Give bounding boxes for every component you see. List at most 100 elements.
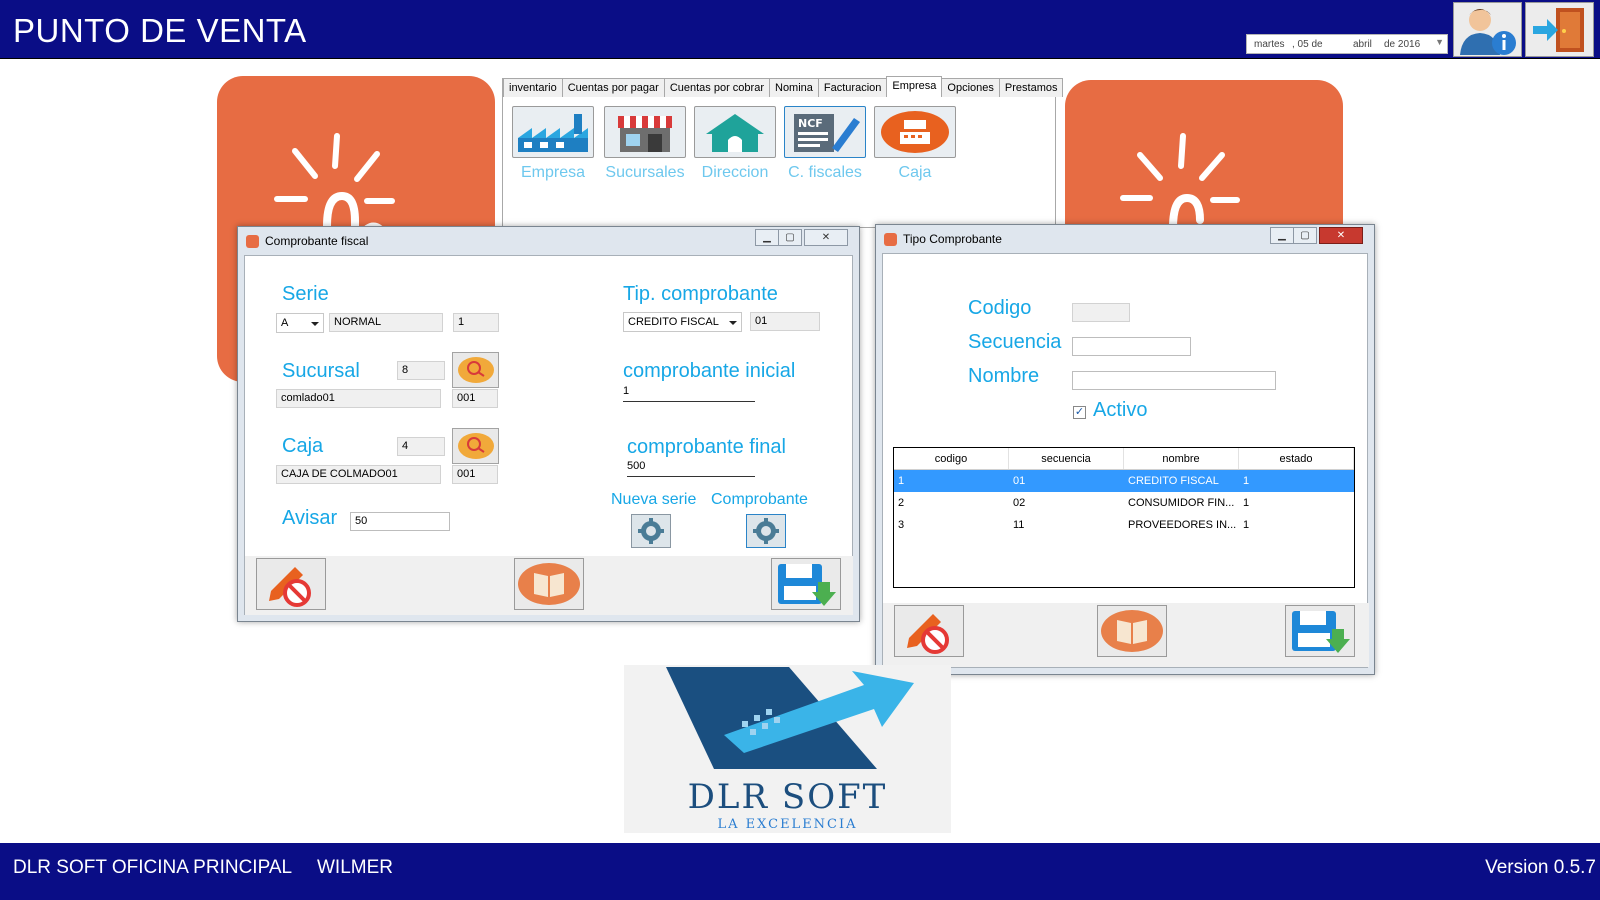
chevron-down-icon[interactable]: ▼: [1435, 37, 1444, 47]
serie-label: Serie: [282, 283, 329, 305]
tab-cuentas-por-pagar[interactable]: Cuentas por pagar: [561, 78, 665, 97]
comprobante-label: Comprobante: [711, 491, 808, 508]
comprobante-inicial-label: comprobante inicial: [623, 360, 796, 382]
table-row[interactable]: 1 01 CREDITO FISCAL 1: [894, 470, 1354, 492]
ribbon-label-empresa: Empresa: [520, 164, 586, 181]
tip-comprobante-code-field[interactable]: 01: [750, 312, 820, 331]
open-book-button[interactable]: [1097, 605, 1167, 657]
sucursal-id-field[interactable]: 8: [397, 361, 445, 380]
sucursal-name-field[interactable]: comlado01: [276, 389, 441, 408]
svg-text:NCF: NCF: [798, 117, 823, 130]
table-row[interactable]: 3 11 PROVEEDORES IN... 1: [894, 514, 1354, 536]
date-picker[interactable]: martes , 05 de abril de 2016 ▼: [1246, 34, 1448, 54]
table-row[interactable]: 2 02 CONSUMIDOR FIN... 1: [894, 492, 1354, 514]
minimize-button[interactable]: ▁: [1270, 227, 1294, 244]
search-icon: [457, 433, 494, 459]
nombre-field[interactable]: [1072, 371, 1276, 390]
comprobante-final-field[interactable]: 500: [627, 460, 755, 477]
current-user: WILMER: [317, 857, 393, 878]
app-version: Version 0.5.7: [1485, 857, 1596, 878]
sucursal-code-field[interactable]: 001: [452, 389, 498, 408]
codigo-field[interactable]: [1072, 303, 1130, 322]
maximize-button[interactable]: ▢: [778, 229, 802, 246]
home-icon: [706, 114, 764, 152]
logo-tagline: LA EXCELENCIA: [717, 817, 858, 832]
serie-number-field[interactable]: 1: [453, 313, 499, 332]
table-cell: 1: [1243, 497, 1250, 509]
ribbon-item-caja[interactable]: Caja: [874, 106, 956, 182]
comprobante-inicial-field[interactable]: 1: [623, 385, 755, 402]
window-titlebar[interactable]: Tipo Comprobante ▁ ▢ ✕: [876, 225, 1374, 251]
cancel-edit-button[interactable]: [256, 558, 326, 610]
save-button[interactable]: [771, 558, 841, 610]
close-button[interactable]: ✕: [804, 229, 848, 246]
table-cell: 11: [1013, 519, 1025, 531]
exit-door-icon: [1533, 8, 1584, 52]
maximize-button[interactable]: ▢: [1293, 227, 1317, 244]
secuencia-label: Secuencia: [968, 331, 1062, 353]
book-icon: [1101, 610, 1163, 652]
serie-value: A: [281, 317, 289, 329]
serie-type-field[interactable]: NORMAL: [329, 313, 443, 332]
nueva-serie-label: Nueva serie: [611, 491, 697, 508]
ribbon-item-empresa[interactable]: Empresa: [512, 106, 594, 182]
exit-button[interactable]: [1525, 2, 1594, 57]
date-month: abril: [1353, 39, 1372, 50]
tipo-comprobante-grid[interactable]: codigo secuencia nombre estado 1 01 CRED…: [893, 447, 1355, 588]
search-caja-button[interactable]: [452, 428, 499, 464]
caja-code-field[interactable]: 001: [452, 465, 498, 484]
table-cell: 1: [898, 475, 905, 487]
tab-facturacion[interactable]: Facturacion: [817, 78, 888, 97]
table-cell: 01: [1013, 475, 1026, 487]
ribbon-label-sucursales: Sucursales: [605, 164, 685, 181]
decorative-touch-tile-right: [1065, 80, 1343, 230]
minimize-button[interactable]: ▁: [755, 229, 779, 246]
caja-name-field[interactable]: CAJA DE COLMADO01: [276, 465, 441, 484]
codigo-label: Codigo: [968, 297, 1032, 319]
store-icon: [618, 116, 672, 152]
window-title: Tipo Comprobante: [903, 232, 1002, 246]
serie-select[interactable]: A: [276, 313, 324, 333]
save-button[interactable]: [1285, 605, 1355, 657]
open-book-button[interactable]: [514, 558, 584, 610]
ribbon-item-c-fiscales[interactable]: NCF C. fiscales: [784, 106, 866, 182]
comprobante-settings-button[interactable]: [746, 514, 786, 548]
tab-prestamos[interactable]: Prestamos: [998, 78, 1064, 97]
app-title: PUNTO DE VENTA: [13, 12, 307, 49]
table-cell: 2: [898, 497, 905, 509]
app-root: PUNTO DE VENTA martes , 05 de abril de 2…: [0, 0, 1600, 900]
grid-column-header[interactable]: nombre: [1124, 448, 1239, 469]
header-bar: PUNTO DE VENTA martes , 05 de abril de 2…: [0, 0, 1600, 59]
grid-column-header[interactable]: estado: [1239, 448, 1354, 469]
activo-checkbox[interactable]: ✓: [1073, 406, 1086, 419]
dlr-soft-logo: DLR SOFT LA EXCELENCIA: [624, 665, 951, 833]
tab-cuentas-por-cobrar[interactable]: Cuentas por cobrar: [663, 78, 770, 97]
comprobante-fiscal-window: Comprobante fiscal ▁ ▢ ✕ Serie A NORMAL …: [237, 226, 860, 622]
grid-header: codigo secuencia nombre estado: [894, 448, 1354, 470]
secuencia-field[interactable]: [1072, 337, 1191, 356]
avisar-field[interactable]: 50: [350, 512, 450, 531]
tab-empresa[interactable]: Empresa: [886, 76, 943, 97]
grid-column-header[interactable]: codigo: [894, 448, 1009, 469]
gear-icon: [753, 518, 779, 544]
nueva-serie-settings-button[interactable]: [631, 514, 671, 548]
tab-opciones[interactable]: Opciones: [941, 78, 1000, 97]
window-titlebar[interactable]: Comprobante fiscal ▁ ▢ ✕: [238, 227, 859, 253]
ribbon-label-c-fiscales: C. fiscales: [788, 164, 862, 181]
cancel-edit-button[interactable]: [894, 605, 964, 657]
caja-id-field[interactable]: 4: [397, 437, 445, 456]
close-button[interactable]: ✕: [1319, 227, 1363, 244]
ribbon-label-caja: Caja: [898, 164, 932, 181]
tip-comprobante-select[interactable]: CREDITO FISCAL: [623, 312, 742, 332]
grid-column-header[interactable]: secuencia: [1009, 448, 1124, 469]
cash-register-icon: [881, 111, 949, 153]
user-info-button[interactable]: [1453, 2, 1522, 57]
table-cell: 02: [1013, 497, 1026, 509]
search-sucursal-button[interactable]: [452, 352, 499, 388]
logo-name: DLR SOFT: [687, 777, 888, 817]
ribbon-item-sucursales[interactable]: Sucursales: [604, 106, 686, 182]
tab-nomina[interactable]: Nomina: [769, 78, 819, 97]
tip-comprobante-label: Tip. comprobante: [623, 283, 778, 305]
tab-inventario[interactable]: inventario: [503, 78, 563, 97]
ribbon-item-direccion[interactable]: Direccion: [694, 106, 776, 182]
